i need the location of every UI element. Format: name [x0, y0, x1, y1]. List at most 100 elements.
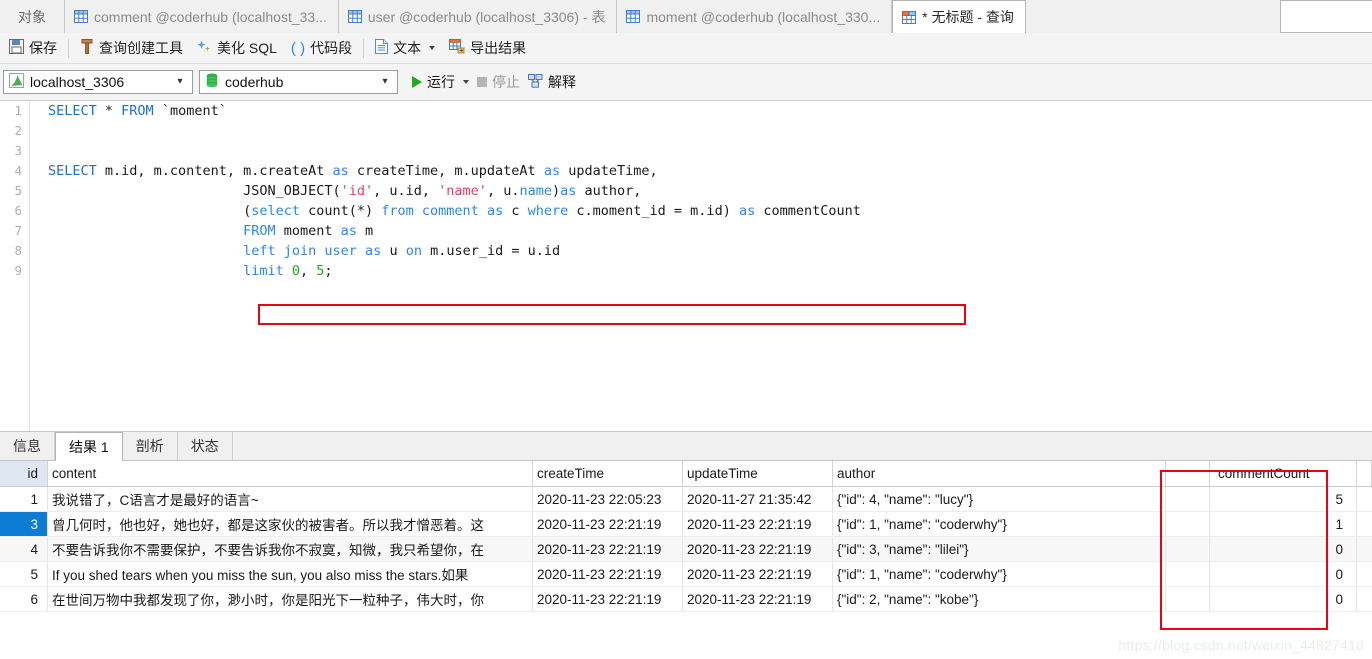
cell-author[interactable]: {"id": 4, "name": "lucy"} — [833, 487, 1166, 511]
code-line[interactable] — [31, 141, 1372, 161]
cell-updatetime[interactable]: 2020-11-23 22:21:19 — [683, 587, 833, 611]
code-token: moment — [275, 223, 341, 239]
code-snippet-button[interactable]: ( ) 代码段 — [284, 36, 359, 61]
result-tab-4[interactable]: 状态 — [177, 432, 233, 460]
cell-id[interactable]: 5 — [0, 562, 48, 586]
result-grid[interactable]: id content createTime updateTime author … — [0, 461, 1372, 659]
code-token: c — [503, 203, 528, 219]
cell-commentcount[interactable]: 0 — [1210, 587, 1357, 611]
cell-updatetime[interactable]: 2020-11-23 22:21:19 — [683, 562, 833, 586]
table-row[interactable]: 1 我说错了，C语言才是最好的语言~ 2020-11-23 22:05:23 2020… — [0, 487, 1372, 512]
table-row[interactable]: 5 If you shed tears when you miss the sun… — [0, 562, 1372, 587]
cell-updatetime[interactable]: 2020-11-23 22:21:19 — [683, 537, 833, 561]
code-token: where — [527, 203, 569, 219]
run-button[interactable]: 运行 — [408, 72, 473, 92]
cell-content[interactable]: 在世间万物中我都发现了你，渺小时，你是阳光下一粒种子，伟大时，你 — [48, 587, 533, 611]
cell-createtime[interactable]: 2020-11-23 22:21:19 — [533, 587, 683, 611]
cell-tail[interactable] — [1357, 537, 1372, 561]
column-header-commentcount[interactable]: commentCount — [1210, 461, 1357, 486]
save-button[interactable]: 保存 — [2, 36, 64, 61]
column-header-content[interactable]: content — [48, 461, 533, 486]
cell-id[interactable]: 4 — [0, 537, 48, 561]
explain-button[interactable]: 解释 — [524, 72, 580, 92]
cell-updatetime[interactable]: 2020-11-27 21:35:42 — [683, 487, 833, 511]
cell-createtime[interactable]: 2020-11-23 22:05:23 — [533, 487, 683, 511]
column-header-id[interactable]: id — [0, 461, 48, 486]
column-header-updatetime[interactable]: updateTime — [683, 461, 833, 486]
code-line[interactable]: SELECT * FROM `moment` — [31, 101, 1372, 121]
cell-id[interactable]: 3 — [0, 512, 48, 536]
table-row[interactable]: 3 曾几何时，他也好，她也好，都是这家伙的被害者。所以我才憎恶着。这 2020-11… — [0, 512, 1372, 537]
stop-button[interactable]: 停止 — [473, 72, 524, 92]
tab-untitled-query[interactable]: * 无标题 - 查询 — [892, 0, 1026, 33]
text-view-button[interactable]: 文本 — [368, 36, 442, 61]
chevron-down-icon[interactable]: ▾ — [377, 77, 393, 87]
export-result-button[interactable]: 导出结果 — [442, 36, 533, 61]
cell-commentcount[interactable]: 0 — [1210, 537, 1357, 561]
column-header-createtime[interactable]: createTime — [533, 461, 683, 486]
cell-spacer[interactable] — [1166, 587, 1210, 611]
database-value: coderhub — [225, 74, 284, 90]
result-tab-3[interactable]: 剖析 — [122, 432, 178, 460]
cell-commentcount[interactable]: 5 — [1210, 487, 1357, 511]
code-line[interactable]: (select count(*) from comment as c where… — [31, 201, 1372, 221]
cell-spacer[interactable] — [1166, 487, 1210, 511]
code-line[interactable] — [31, 121, 1372, 141]
query-builder-button[interactable]: 查询创建工具 — [73, 36, 190, 61]
column-header-author[interactable]: author — [833, 461, 1166, 486]
sql-code-area[interactable]: SELECT * FROM `moment` SELECT m.id, m.co… — [31, 101, 1372, 431]
cell-spacer[interactable] — [1166, 512, 1210, 536]
cell-content[interactable]: 不要告诉我你不需要保护，不要告诉我你不寂寞，知微，我只希望你，在 — [48, 537, 533, 561]
tab-comment-table[interactable]: comment @coderhub (localhost_33... — [65, 0, 339, 33]
code-token: user — [324, 243, 357, 259]
chevron-down-icon[interactable]: ▾ — [172, 77, 188, 87]
tab-bar-filler — [1025, 0, 1280, 33]
sql-editor[interactable]: 1 2 3 4 5 6 7 8 9 SELECT * FROM `moment` SELECT … — [0, 101, 1372, 431]
cell-spacer[interactable] — [1166, 562, 1210, 586]
cell-tail[interactable] — [1357, 562, 1372, 586]
tab-moment-table[interactable]: moment @coderhub (localhost_330... — [617, 0, 893, 33]
code-line[interactable]: SELECT m.id, m.content, m.createAt as cr… — [31, 161, 1372, 181]
cell-commentcount[interactable]: 0 — [1210, 562, 1357, 586]
code-line[interactable]: FROM moment as m — [31, 221, 1372, 241]
chevron-down-icon[interactable] — [429, 46, 436, 50]
cell-content[interactable]: 我说错了，C语言才是最好的语言~ — [48, 487, 533, 511]
cell-spacer[interactable] — [1166, 537, 1210, 561]
cell-createtime[interactable]: 2020-11-23 22:21:19 — [533, 512, 683, 536]
code-token: from — [381, 203, 414, 219]
chevron-down-icon[interactable] — [463, 80, 469, 84]
tab-bar: 对象 comment @coderhub (localhost_33... us… — [0, 0, 1372, 33]
table-grid-icon — [347, 10, 362, 23]
cell-tail[interactable] — [1357, 487, 1372, 511]
result-tab-1[interactable]: 信息 — [0, 432, 55, 460]
cell-createtime[interactable]: 2020-11-23 22:21:19 — [533, 562, 683, 586]
table-row[interactable]: 6 在世间万物中我都发现了你，渺小时，你是阳光下一粒种子，伟大时，你 2020-11… — [0, 587, 1372, 612]
code-token: u — [381, 243, 406, 259]
connection-select[interactable]: localhost_3306 ▾ — [3, 70, 193, 94]
database-select[interactable]: coderhub ▾ — [199, 70, 398, 94]
tab-user-table[interactable]: user @coderhub (localhost_3306) - 表 — [338, 0, 618, 33]
cell-tail[interactable] — [1357, 512, 1372, 536]
objects-panel-tab[interactable]: 对象 — [0, 0, 65, 33]
result-tab-2[interactable]: 结果 1 — [55, 432, 123, 461]
cell-content[interactable]: 曾几何时，他也好，她也好，都是这家伙的被害者。所以我才憎恶着。这 — [48, 512, 533, 536]
cell-author[interactable]: {"id": 1, "name": "coderwhy"} — [833, 512, 1166, 536]
cell-author[interactable]: {"id": 3, "name": "lilei"} — [833, 537, 1166, 561]
cell-id[interactable]: 1 — [0, 487, 48, 511]
cell-id[interactable]: 6 — [0, 587, 48, 611]
cell-commentcount[interactable]: 1 — [1210, 512, 1357, 536]
cell-content[interactable]: If you shed tears when you miss the sun,… — [48, 562, 533, 586]
code-line[interactable]: JSON_OBJECT('id', u.id, 'name', u.name)a… — [31, 181, 1372, 201]
cell-createtime[interactable]: 2020-11-23 22:21:19 — [533, 537, 683, 561]
code-line[interactable]: left join user as u on m.user_id = u.id — [31, 241, 1372, 261]
beautify-sql-button[interactable]: 美化 SQL — [190, 36, 284, 61]
code-line[interactable]: limit 0, 5; — [31, 261, 1372, 281]
column-header-spacer[interactable] — [1166, 461, 1210, 486]
cell-author[interactable]: {"id": 1, "name": "coderwhy"} — [833, 562, 1166, 586]
cell-updatetime[interactable]: 2020-11-23 22:21:19 — [683, 512, 833, 536]
cell-tail[interactable] — [1357, 587, 1372, 611]
cell-author[interactable]: {"id": 2, "name": "kobe"} — [833, 587, 1166, 611]
table-row[interactable]: 4 不要告诉我你不需要保护，不要告诉我你不寂寞，知微，我只希望你，在 2020-11… — [0, 537, 1372, 562]
